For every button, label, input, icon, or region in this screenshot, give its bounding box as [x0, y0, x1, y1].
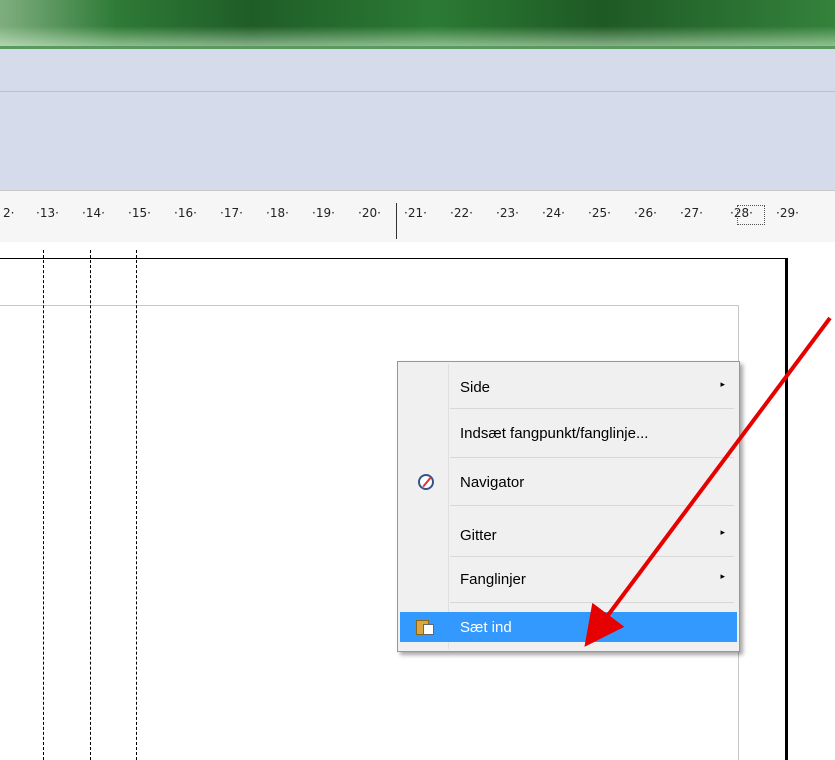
window-titlebar: [0, 0, 835, 46]
ruler-label: ·15·: [128, 206, 151, 220]
ruler-label: ·19·: [312, 206, 335, 220]
paste-icon: [416, 618, 434, 635]
menu-item-snap-lines[interactable]: Fanglinjer ▸: [400, 564, 737, 593]
menu-separator: [450, 556, 734, 557]
page-margin-top: [0, 305, 738, 306]
menu-item-paste[interactable]: Sæt ind: [400, 612, 737, 642]
page-border-right: [785, 258, 788, 760]
menu-item-label: Gitter: [460, 527, 497, 544]
menu-item-label: Navigator: [460, 474, 525, 491]
submenu-arrow-icon: ▸: [720, 572, 725, 582]
menu-icon-gutter: [448, 364, 449, 649]
menu-item-grid[interactable]: Gitter ▸: [400, 520, 737, 549]
menu-item-label: Sæt ind: [460, 619, 512, 636]
ruler-label: ·13·: [36, 206, 59, 220]
ruler-margin-marker[interactable]: [737, 205, 765, 225]
paper-shape: [423, 624, 434, 635]
menu-separator: [450, 408, 734, 409]
snap-line[interactable]: [43, 250, 44, 760]
ruler-label: ·16·: [174, 206, 197, 220]
ruler-label: ·22·: [450, 206, 473, 220]
menu-item-navigator[interactable]: Navigator: [400, 467, 737, 496]
menu-separator: [450, 457, 734, 458]
menu-separator: [450, 505, 734, 506]
ruler-label: ·18·: [266, 206, 289, 220]
ruler-label: ·24·: [542, 206, 565, 220]
snap-line[interactable]: [136, 250, 137, 760]
submenu-arrow-icon: ▸: [720, 528, 725, 538]
ruler-label: ·21·: [404, 206, 427, 220]
menu-item-side[interactable]: Side ▸: [400, 372, 737, 401]
menu-item-label: Fanglinjer: [460, 571, 526, 588]
ruler-label: ·26·: [634, 206, 657, 220]
context-menu: Side ▸ Indsæt fangpunkt/fanglinje... Nav…: [397, 361, 740, 652]
ruler-label: ·14·: [82, 206, 105, 220]
ruler-scale: 2· ·13· ·14· ·15· ·16· ·17· ·18· ·19· ·2…: [0, 203, 835, 239]
ruler-label: ·17·: [220, 206, 243, 220]
menu-item-label: Side: [460, 379, 491, 396]
ruler-label: 2·: [3, 206, 15, 220]
horizontal-ruler[interactable]: 2· ·13· ·14· ·15· ·16· ·17· ·18· ·19· ·2…: [0, 190, 835, 243]
toolbar-bottom: [0, 92, 835, 190]
menu-item-insert-snap-point[interactable]: Indsæt fangpunkt/fanglinje...: [400, 418, 737, 447]
ruler-label: ·20·: [358, 206, 381, 220]
page-border-top: [0, 258, 788, 259]
submenu-arrow-icon: ▸: [720, 380, 725, 390]
ruler-label: ·25·: [588, 206, 611, 220]
ruler-label: ·27·: [680, 206, 703, 220]
ruler-cursor-line: [396, 203, 397, 239]
navigator-icon: [418, 474, 434, 490]
snap-line[interactable]: [90, 250, 91, 760]
menu-separator: [450, 602, 734, 603]
menu-item-label: Indsæt fangpunkt/fanglinje...: [460, 425, 649, 442]
ruler-label: ·29·: [776, 206, 799, 220]
toolbar-top: [0, 49, 835, 92]
ruler-label: ·23·: [496, 206, 519, 220]
